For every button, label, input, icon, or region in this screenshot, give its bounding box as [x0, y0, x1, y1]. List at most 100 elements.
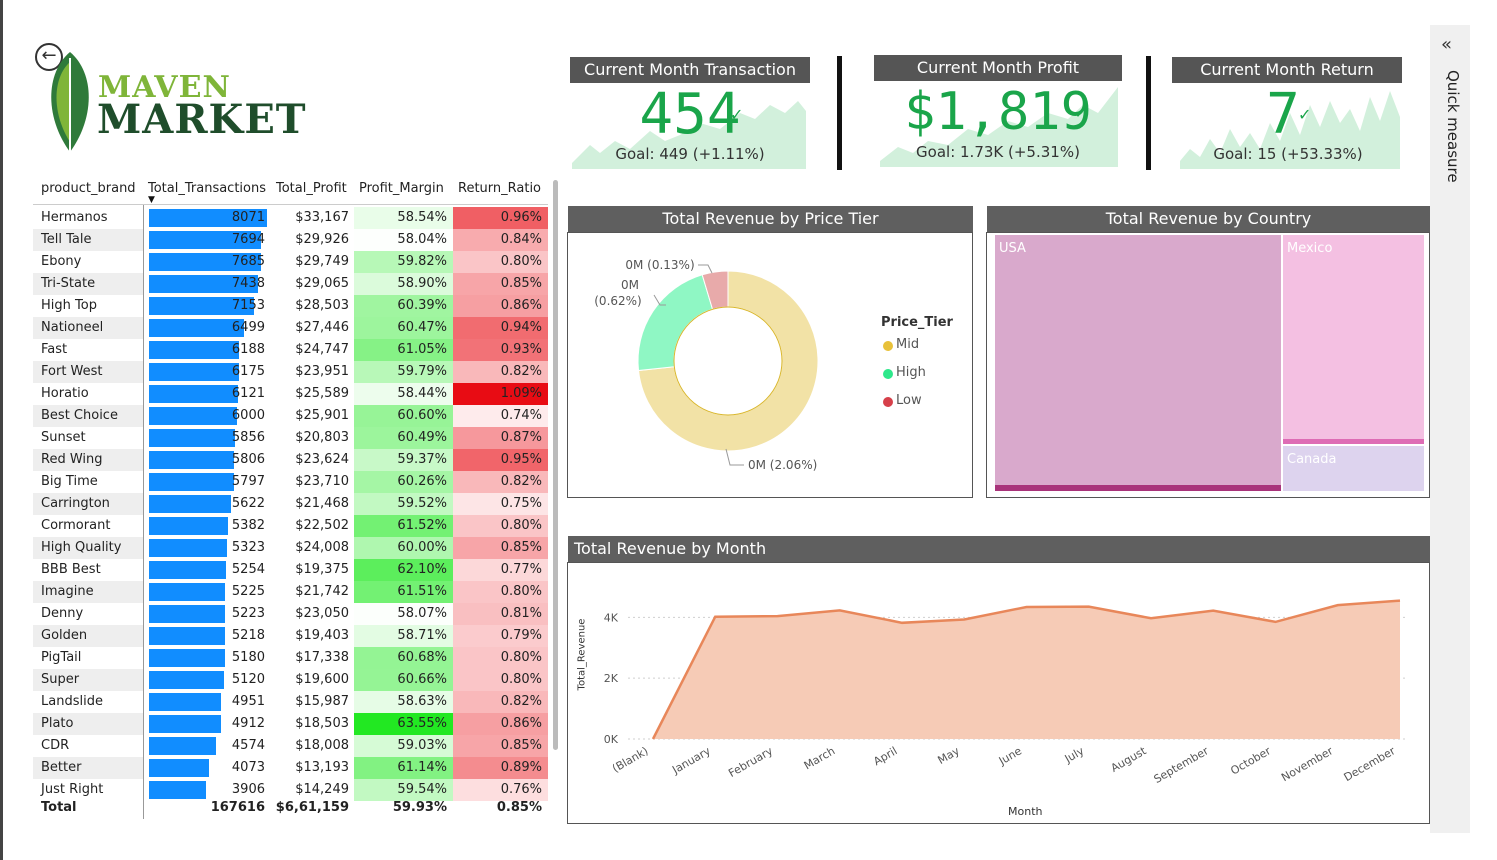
table-row[interactable]: BBB Best 5254 $19,375 62.10% 0.77%	[33, 559, 548, 581]
table-row[interactable]: PigTail 5180 $17,338 60.68% 0.80%	[33, 647, 548, 669]
cell-transactions: 5797	[231, 474, 265, 489]
cell-margin: 61.52%	[354, 515, 453, 537]
table-row[interactable]: Best Choice 6000 $25,901 60.60% 0.74%	[33, 405, 548, 427]
column-header-margin[interactable]: Profit_Margin	[359, 181, 444, 196]
treemap-mexico[interactable]: Mexico	[1283, 235, 1424, 444]
cell-return: 0.96%	[453, 207, 548, 229]
table-row[interactable]: Landslide 4951 $15,987 58.63% 0.82%	[33, 691, 548, 713]
table-row[interactable]: Cormorant 5382 $22,502 61.52% 0.80%	[33, 515, 548, 537]
double-chevron-left-icon[interactable]: «	[1441, 34, 1452, 55]
cell-brand: High Quality	[41, 540, 122, 555]
kpi-transaction-card[interactable]: Current Month Transaction 454 ✓ Goal: 44…	[570, 55, 810, 170]
cell-profit: $24,008	[295, 540, 349, 555]
column-header-return[interactable]: Return_Ratio	[458, 181, 541, 196]
table-row[interactable]: Ebony 7685 $29,749 59.82% 0.80%	[33, 251, 548, 273]
cell-return: 0.80%	[453, 515, 548, 537]
table-scrollbar[interactable]	[553, 180, 558, 750]
table-row[interactable]: High Quality 5323 $24,008 60.00% 0.85%	[33, 537, 548, 559]
table-row[interactable]: Denny 5223 $23,050 58.07% 0.81%	[33, 603, 548, 625]
column-header-profit[interactable]: Total_Profit	[276, 181, 347, 196]
x-tick-label: February	[726, 744, 775, 780]
y-tick-label: 2K	[604, 672, 619, 685]
kpi-profit-card[interactable]: Current Month Profit $1,819 ✓ Goal: 1.73…	[874, 55, 1122, 170]
table-row[interactable]: Plato 4912 $18,503 63.55% 0.86%	[33, 713, 548, 735]
cell-return: 0.85%	[453, 735, 548, 757]
cell-profit: $23,710	[295, 474, 349, 489]
cell-transactions: 5323	[231, 540, 265, 555]
legend-item-high[interactable]: High	[896, 365, 926, 380]
cell-profit: $19,375	[295, 562, 349, 577]
donut-slice-high[interactable]	[637, 274, 714, 372]
y-axis-label: Total_Revenue	[576, 618, 588, 691]
cell-brand: Better	[41, 760, 82, 775]
legend-title: Price_Tier	[881, 315, 953, 330]
table-row[interactable]: Carrington 5622 $21,468 59.52% 0.75%	[33, 493, 548, 515]
cell-return: 1.09%	[453, 383, 548, 405]
table-row[interactable]: Sunset 5856 $20,803 60.49% 0.87%	[33, 427, 548, 449]
cell-transactions: 7438	[231, 276, 265, 291]
donut-inner-ring	[673, 306, 783, 416]
cell-return: 0.74%	[453, 405, 548, 427]
cell-return: 0.85%	[453, 273, 548, 295]
cell-margin: 59.52%	[354, 493, 453, 515]
table-row[interactable]: Fort West 6175 $23,951 59.79% 0.82%	[33, 361, 548, 383]
kpi-goal: Goal: 15 (+53.33%)	[1213, 145, 1363, 163]
cell-return: 0.82%	[453, 361, 548, 383]
cell-return: 0.80%	[453, 647, 548, 669]
legend-dot-low	[883, 397, 893, 407]
cell-profit: $22,502	[295, 518, 349, 533]
monthly-area-chart[interactable]: 0K 2K 4K (Blank) January February March April Ma…	[568, 563, 1429, 823]
cell-brand: Landslide	[41, 694, 103, 709]
cell-transactions: 7694	[231, 232, 265, 247]
table-row[interactable]: Nationeel 6499 $27,446 60.47% 0.94%	[33, 317, 548, 339]
cell-brand: Best Choice	[41, 408, 118, 423]
monthly-panel[interactable]: 0K 2K 4K (Blank) January February March April Ma…	[567, 562, 1430, 824]
kpi-separator	[837, 56, 842, 170]
cell-profit: $27,446	[295, 320, 349, 335]
table-row[interactable]: Tri-State 7438 $29,065 58.90% 0.85%	[33, 273, 548, 295]
table-row[interactable]: Hermanos 8071 $33,167 58.54% 0.96%	[33, 207, 548, 229]
cell-brand: Ebony	[41, 254, 82, 269]
country-panel[interactable]: USA Mexico Canada	[986, 232, 1430, 498]
legend-dot-mid	[883, 341, 893, 351]
column-header-brand[interactable]: product_brand	[41, 181, 136, 196]
legend-item-mid[interactable]: Mid	[896, 337, 919, 352]
cell-brand: High Top	[41, 298, 97, 313]
cell-transactions: 7685	[231, 254, 265, 269]
header-divider	[33, 204, 548, 205]
table-row[interactable]: Imagine 5225 $21,742 61.51% 0.80%	[33, 581, 548, 603]
kpi-goal: Goal: 449 (+1.11%)	[615, 145, 765, 163]
cell-profit: $23,050	[295, 606, 349, 621]
price-tier-panel[interactable]: 0M (2.06%) 0M (0.62%) 0M (0.13%) Price_Tier…	[567, 232, 973, 498]
table-row[interactable]: Horatio 6121 $25,589 58.44% 1.09%	[33, 383, 548, 405]
cell-brand: Golden	[41, 628, 88, 643]
cell-margin: 58.04%	[354, 229, 453, 251]
monthly-title: Total Revenue by Month	[568, 536, 1430, 562]
column-header-transactions[interactable]: Total_Transactions	[148, 181, 266, 196]
cell-margin: 58.71%	[354, 625, 453, 647]
legend-item-low[interactable]: Low	[896, 393, 922, 408]
cell-return: 0.94%	[453, 317, 548, 339]
legend-dot-high	[883, 369, 893, 379]
treemap-usa-subbar	[995, 485, 1281, 491]
table-row[interactable]: Red Wing 5806 $23,624 59.37% 0.95%	[33, 449, 548, 471]
quick-measure-label[interactable]: Quick measure	[1436, 70, 1462, 183]
table-row[interactable]: Better 4073 $13,193 61.14% 0.89%	[33, 757, 548, 779]
table-row[interactable]: Super 5120 $19,600 60.66% 0.80%	[33, 669, 548, 691]
kpi-return-card[interactable]: Current Month Return 7 ✓ Goal: 15 (+53.3…	[1172, 55, 1404, 170]
table-row[interactable]: Big Time 5797 $23,710 60.26% 0.82%	[33, 471, 548, 493]
cell-return: 0.80%	[453, 669, 548, 691]
cell-margin: 59.37%	[354, 449, 453, 471]
table-row[interactable]: Golden 5218 $19,403 58.71% 0.79%	[33, 625, 548, 647]
table-row[interactable]: High Top 7153 $28,503 60.39% 0.86%	[33, 295, 548, 317]
treemap-usa[interactable]: USA	[995, 235, 1281, 491]
table-row[interactable]: CDR 4574 $18,008 59.03% 0.85%	[33, 735, 548, 757]
cell-transactions: 5180	[231, 650, 265, 665]
cell-transactions: 6175	[231, 364, 265, 379]
cell-profit: $18,008	[295, 738, 349, 753]
table-row[interactable]: Tell Tale 7694 $29,926 58.04% 0.84%	[33, 229, 548, 251]
cell-margin: 60.66%	[354, 669, 453, 691]
table-row[interactable]: Fast 6188 $24,747 61.05% 0.93%	[33, 339, 548, 361]
treemap-canada[interactable]: Canada	[1283, 446, 1424, 491]
kpi-value: 454	[639, 82, 741, 147]
